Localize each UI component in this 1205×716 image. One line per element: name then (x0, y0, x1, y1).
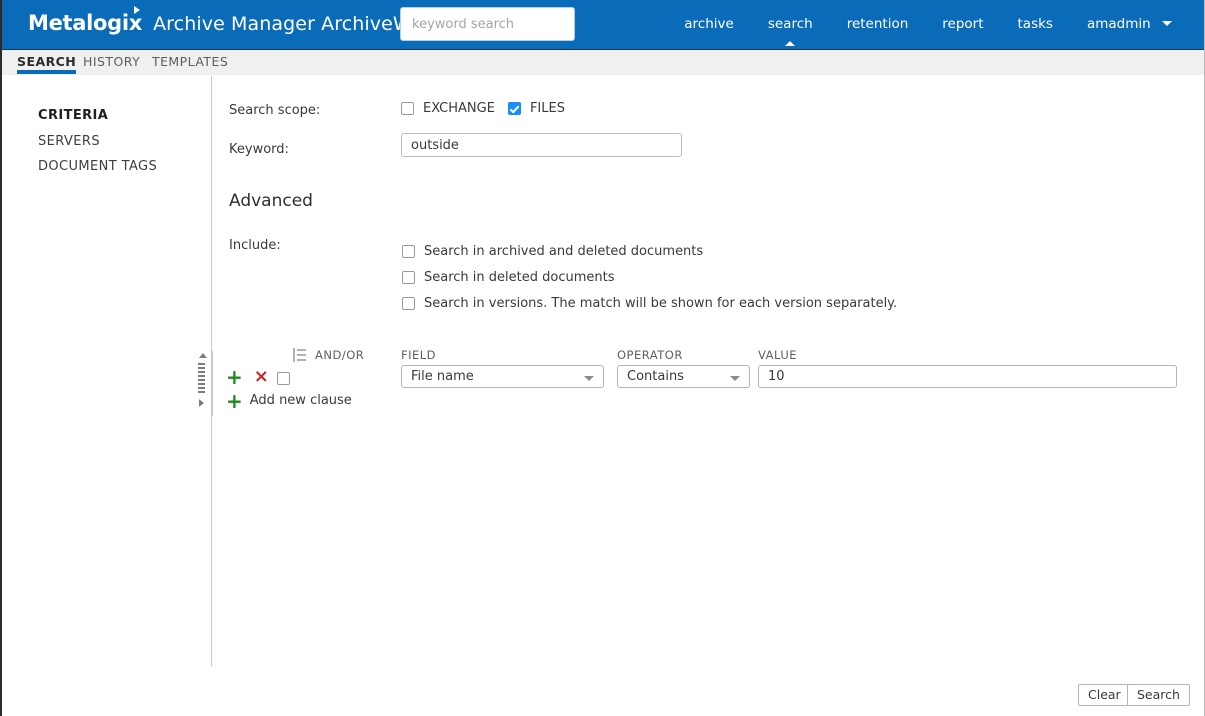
column-header-field: FIELD (401, 348, 437, 362)
include-option-deleted[interactable]: Search in deleted documents (402, 270, 614, 285)
product-title: Archive Manager ArchiveWeb (153, 13, 435, 35)
play-triangle-icon (134, 6, 141, 14)
include-option-label: Search in deleted documents (424, 270, 615, 285)
scope-option-label: FILES (529, 101, 565, 116)
scope-option-exchange[interactable]: EXCHANGE (401, 101, 495, 116)
keyword-input[interactable] (401, 133, 682, 157)
top-nav-label: tasks (1017, 16, 1053, 32)
include-label: Include: (229, 238, 281, 253)
operator-select[interactable]: Contains (617, 365, 750, 388)
top-nav-item-tasks[interactable]: tasks (1001, 0, 1070, 49)
metalogix-logo[interactable]: Metalogix (28, 6, 143, 35)
add-clause-icon[interactable]: + (226, 367, 243, 387)
brand-name: Metalogix (28, 11, 143, 35)
sidebar-item-label: CRITERIA (38, 108, 109, 123)
sidebar-item-criteria[interactable]: CRITERIA (38, 108, 108, 123)
scope-option-files[interactable]: FILES (507, 101, 565, 116)
sidebar-item-label: SERVERS (38, 134, 100, 149)
global-search-input[interactable] (400, 7, 575, 41)
search-scope-label: Search scope: (229, 103, 321, 118)
plus-icon: + (226, 388, 243, 413)
main-panel: Search scope: EXCHANGE FILES Keyword: Ad… (198, 76, 1204, 666)
add-new-clause-button[interactable]: + Add new clause (226, 388, 352, 413)
top-nav-item-search[interactable]: search (751, 0, 830, 49)
remove-clause-icon[interactable]: × (254, 368, 269, 386)
top-nav-label: search (767, 16, 813, 32)
tab-templates[interactable]: TEMPLATES (152, 54, 228, 69)
chevron-down-icon (584, 376, 594, 381)
top-nav-item-archive[interactable]: archive (667, 0, 751, 49)
include-option-label: Search in versions. The match will be sh… (424, 296, 898, 311)
checkbox-files[interactable] (507, 102, 521, 115)
top-nav-label: retention (846, 16, 909, 32)
checkbox-archived-deleted[interactable] (402, 245, 415, 258)
column-header-operator: OPERATOR (617, 348, 683, 362)
keyword-label: Keyword: (229, 142, 289, 157)
user-name-label: amadmin (1086, 16, 1151, 32)
column-header-andor: AND/OR (293, 348, 364, 362)
chevron-down-icon (1162, 20, 1172, 26)
top-nav-item-report[interactable]: report (925, 0, 1000, 49)
active-tab-underline (17, 70, 77, 74)
top-nav-item-retention[interactable]: retention (830, 0, 926, 49)
include-option-archived-deleted[interactable]: Search in archived and deleted documents (402, 244, 703, 259)
advanced-heading: Advanced (229, 191, 313, 211)
grip-dots-icon (198, 363, 205, 393)
checkbox-versions[interactable] (402, 297, 415, 310)
column-header-label: AND/OR (315, 348, 365, 362)
brand: Metalogix Archive Manager ArchiveWeb (28, 6, 435, 35)
sidebar-item-document-tags[interactable]: DOCUMENT TAGS (38, 159, 157, 174)
sidebar-item-servers[interactable]: SERVERS (38, 134, 100, 149)
clause-splitter-rule (212, 351, 213, 416)
list-icon (293, 348, 306, 362)
tab-search[interactable]: SEARCH (17, 54, 77, 74)
field-select[interactable]: File name (401, 365, 604, 388)
add-new-clause-label: Add new clause (249, 393, 352, 408)
chevron-down-icon (730, 376, 740, 381)
top-nav: archive search retention report tasks am… (667, 0, 1189, 49)
tab-history[interactable]: HISTORY (83, 54, 140, 69)
clause-row-actions: + × (226, 367, 269, 387)
operator-select-value: Contains (627, 369, 684, 384)
clear-button[interactable]: Clear (1078, 684, 1131, 706)
column-header-value: VALUE (758, 348, 798, 362)
checkbox-clause-andor[interactable] (277, 372, 290, 385)
window-left-edge (0, 0, 2, 716)
top-nav-item-user-menu[interactable]: amadmin (1070, 0, 1189, 49)
search-scope-options: EXCHANGE FILES (401, 101, 565, 116)
scope-option-label: EXCHANGE (423, 101, 495, 116)
field-select-value: File name (411, 369, 474, 384)
tab-label: HISTORY (83, 54, 141, 69)
tab-label: TEMPLATES (152, 54, 229, 69)
panel-splitter-handle[interactable] (196, 353, 208, 413)
top-nav-label: archive (684, 16, 734, 32)
active-caret-icon (785, 41, 796, 46)
checkbox-deleted[interactable] (402, 271, 415, 284)
chevron-up-icon (199, 353, 207, 358)
search-button[interactable]: Search (1127, 684, 1190, 706)
chevron-right-icon (199, 399, 204, 407)
footer-bar (2, 676, 1204, 716)
checkbox-exchange[interactable] (401, 102, 414, 115)
tab-label: SEARCH (17, 54, 77, 69)
top-nav-label: report (942, 16, 984, 32)
app-header: Metalogix Archive Manager ArchiveWeb arc… (2, 0, 1205, 49)
sub-tab-bar: SEARCH HISTORY TEMPLATES (2, 50, 1205, 75)
sidebar-item-label: DOCUMENT TAGS (38, 159, 158, 174)
include-option-label: Search in archived and deleted documents (424, 244, 704, 259)
include-option-versions[interactable]: Search in versions. The match will be sh… (402, 296, 897, 311)
clause-value-input[interactable] (758, 365, 1177, 388)
